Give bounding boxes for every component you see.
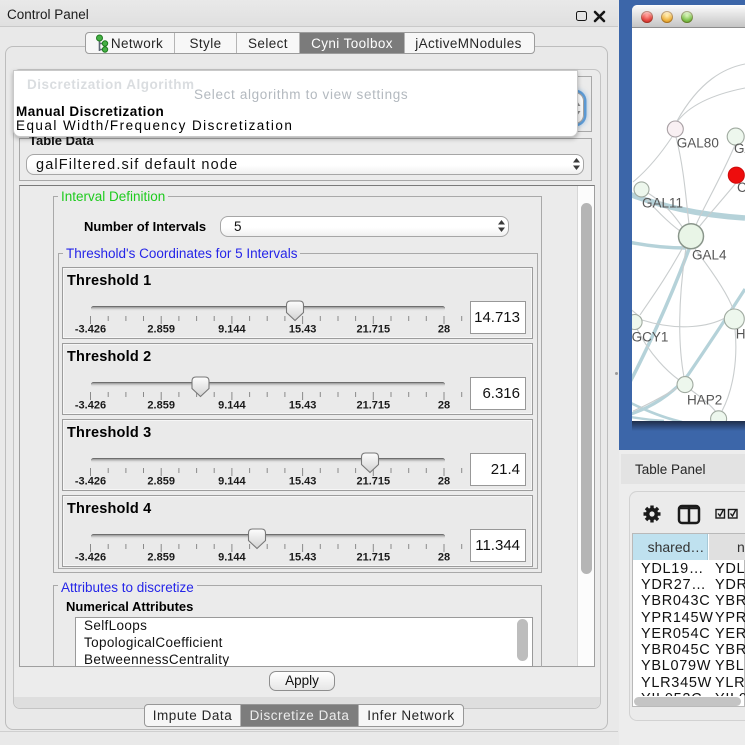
svg-text:9.144: 9.144 — [218, 400, 246, 412]
svg-text:-3.426: -3.426 — [75, 400, 106, 412]
svg-text:9.144: 9.144 — [218, 476, 246, 488]
svg-text:15.43: 15.43 — [289, 476, 317, 488]
svg-text:2.859: 2.859 — [147, 400, 175, 412]
svg-text:21.715: 21.715 — [356, 552, 390, 564]
svg-text:9.144: 9.144 — [218, 324, 246, 336]
svg-text:2.859: 2.859 — [147, 552, 175, 564]
svg-text:9.144: 9.144 — [218, 552, 246, 564]
svg-text:2.859: 2.859 — [147, 476, 175, 488]
svg-text:21.715: 21.715 — [356, 324, 390, 336]
svg-text:GA: GA — [734, 141, 745, 156]
svg-text:C: C — [737, 180, 745, 195]
svg-text:-3.426: -3.426 — [75, 476, 106, 488]
svg-text:21.715: 21.715 — [356, 400, 390, 412]
svg-text:28: 28 — [438, 476, 450, 488]
svg-text:15.43: 15.43 — [289, 400, 317, 412]
svg-text:15.43: 15.43 — [289, 324, 317, 336]
svg-text:21.715: 21.715 — [356, 476, 390, 488]
svg-text:GAL4: GAL4 — [692, 248, 727, 263]
svg-text:GAL80: GAL80 — [677, 136, 719, 151]
svg-text:H: H — [736, 327, 745, 342]
svg-text:2.859: 2.859 — [147, 324, 175, 336]
svg-text:15.43: 15.43 — [289, 552, 317, 564]
svg-text:HAP2: HAP2 — [687, 393, 722, 408]
svg-text:GAL11: GAL11 — [642, 196, 683, 211]
svg-text:28: 28 — [438, 552, 450, 564]
svg-text:GCY1: GCY1 — [632, 330, 669, 345]
svg-text:28: 28 — [438, 400, 450, 412]
svg-text:-3.426: -3.426 — [75, 324, 106, 336]
svg-text:28: 28 — [438, 324, 450, 336]
svg-text:-3.426: -3.426 — [75, 552, 106, 564]
